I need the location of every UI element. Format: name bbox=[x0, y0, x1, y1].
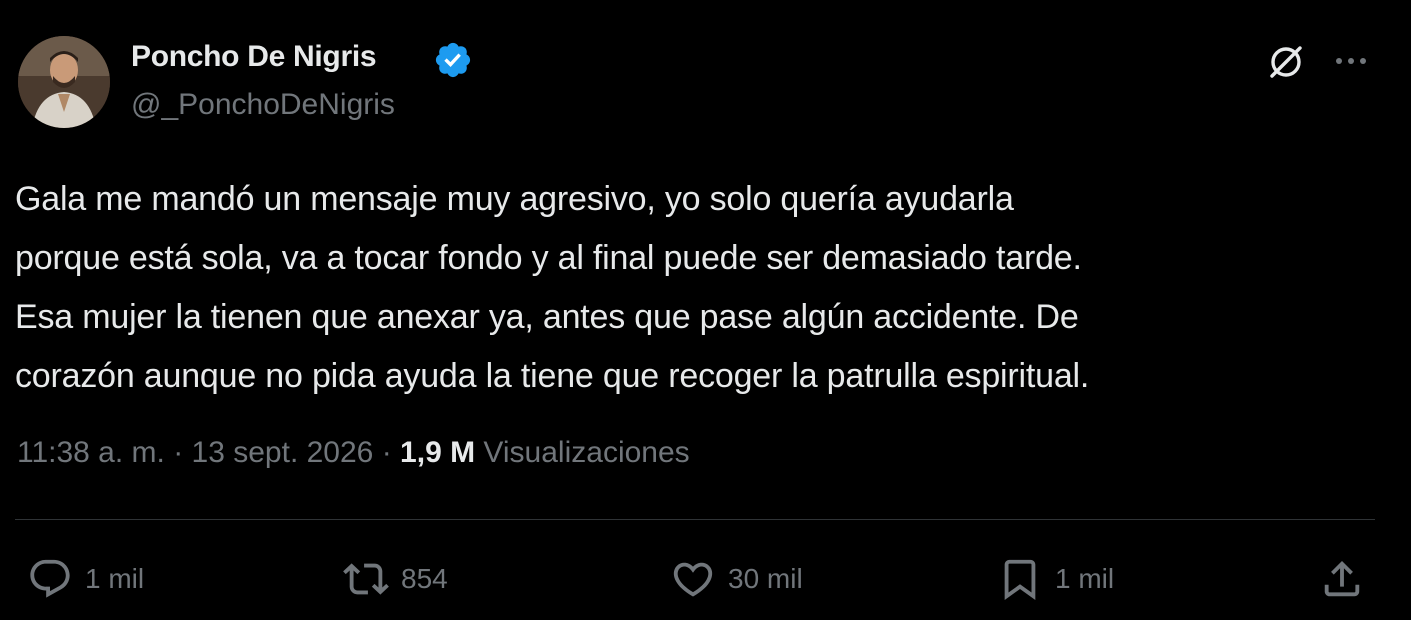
tweet-text-line: Esa mujer la tienen que anexar ya, antes… bbox=[15, 298, 1079, 336]
reply-count: 1 mil bbox=[85, 563, 145, 594]
tweet-text-line: corazón aunque no pida ayuda la tiene qu… bbox=[15, 357, 1090, 395]
meta-separator: · bbox=[381, 436, 401, 469]
tweet-text-line: porque está sola, va a tocar fondo y al … bbox=[15, 239, 1082, 277]
divider bbox=[15, 519, 1375, 520]
like-count: 30 mil bbox=[728, 563, 803, 594]
reply-icon bbox=[30, 559, 70, 598]
avatar-image bbox=[18, 36, 110, 128]
tweet-card: Poncho De Nigris @_PonchoDeNigris Gala m… bbox=[0, 0, 1411, 620]
bookmark-button[interactable]: 1 mil bbox=[997, 556, 1114, 602]
like-button[interactable]: 30 mil bbox=[670, 556, 803, 602]
more-options-icon[interactable] bbox=[1331, 46, 1371, 76]
reply-button[interactable]: 1 mil bbox=[27, 556, 144, 602]
views-count: 1,9 M bbox=[400, 436, 484, 469]
grok-icon[interactable] bbox=[1264, 40, 1308, 84]
tweet-metadata: 11:38 a. m. · 13 sept. 2026 · 1,9 M Visu… bbox=[17, 436, 690, 470]
verified-badge-icon[interactable] bbox=[433, 40, 473, 80]
bookmark-icon bbox=[1004, 559, 1036, 600]
views-label: Visualizaciones bbox=[483, 436, 690, 469]
bookmark-count: 1 mil bbox=[1055, 563, 1115, 594]
share-button[interactable] bbox=[1319, 556, 1365, 602]
heart-icon bbox=[673, 562, 713, 597]
tweet-time[interactable]: 11:38 a. m. bbox=[17, 436, 165, 469]
retweet-button[interactable]: 854 bbox=[343, 556, 448, 602]
tweet-text-line: Gala me mandó un mensaje muy agresivo, y… bbox=[15, 180, 1014, 218]
author-name[interactable]: Poncho De Nigris bbox=[131, 40, 377, 74]
retweet-icon bbox=[343, 563, 389, 595]
retweet-count: 854 bbox=[401, 563, 448, 594]
share-icon bbox=[1324, 560, 1360, 597]
tweet-text: Gala me mandó un mensaje muy agresivo, y… bbox=[15, 170, 1390, 406]
author-handle[interactable]: @_PonchoDeNigris bbox=[131, 88, 395, 122]
tweet-date[interactable]: 13 sept. 2026 bbox=[192, 436, 374, 469]
avatar[interactable] bbox=[18, 36, 110, 128]
meta-separator: · bbox=[173, 436, 192, 469]
